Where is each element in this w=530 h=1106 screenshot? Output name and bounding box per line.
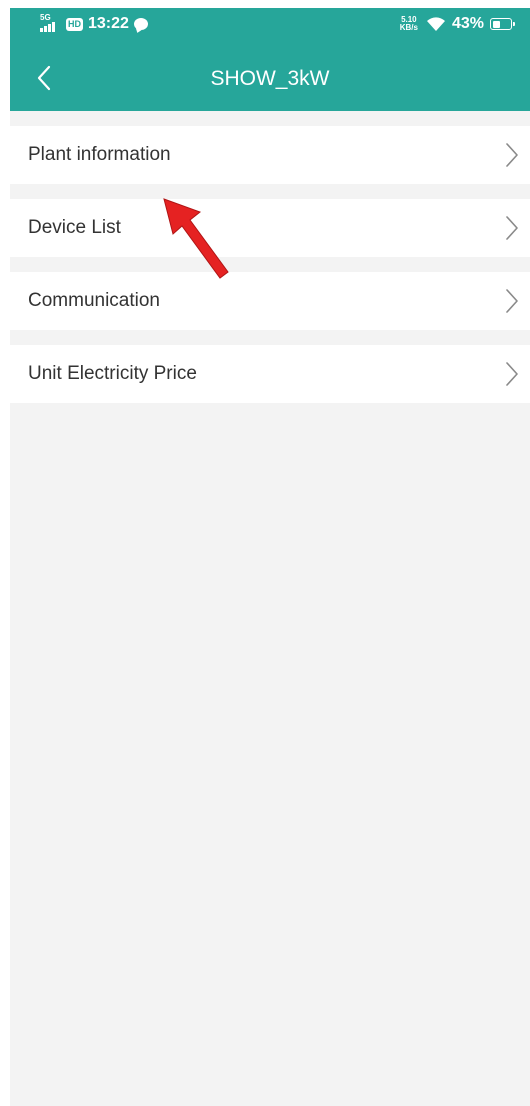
network-speed: 5.10 KB/s bbox=[400, 16, 418, 32]
navigation-bar: SHOW_3kW bbox=[10, 44, 530, 111]
network-type: 5G bbox=[40, 13, 51, 22]
chevron-right-icon bbox=[504, 287, 524, 315]
menu-item-label: Device List bbox=[28, 217, 121, 238]
status-time: 13:22 bbox=[88, 15, 129, 32]
chevron-right-icon bbox=[504, 141, 524, 169]
status-bar-left: 5G HD 13:22 bbox=[40, 13, 148, 33]
page-title: SHOW_3kW bbox=[210, 67, 330, 90]
menu-item-label: Plant information bbox=[28, 144, 171, 165]
chevron-right-icon bbox=[504, 360, 524, 388]
menu-item-communication[interactable]: Communication bbox=[10, 272, 530, 330]
menu-item-label: Communication bbox=[28, 290, 160, 311]
status-bar-right: 5.10 KB/s 43% bbox=[400, 15, 515, 33]
app-header: 5G HD 13:22 5.10 KB/s 43% SHOW_3kW bbox=[10, 8, 530, 111]
app-screen: 5G HD 13:22 5.10 KB/s 43% SHOW_3kW Plant… bbox=[10, 8, 530, 1106]
menu-item-unit-electricity-price[interactable]: Unit Electricity Price bbox=[10, 345, 530, 403]
battery-percent: 43% bbox=[451, 15, 484, 32]
menu-item-device-list[interactable]: Device List bbox=[10, 199, 530, 257]
battery-icon bbox=[490, 18, 515, 30]
cellular-signal-icon: 5G bbox=[40, 13, 62, 32]
menu-item-plant-information[interactable]: Plant information bbox=[10, 126, 530, 184]
network-speed-unit: KB/s bbox=[399, 23, 418, 32]
hd-badge: HD bbox=[66, 17, 83, 31]
wifi-icon bbox=[426, 17, 445, 31]
chevron-right-icon bbox=[504, 214, 524, 242]
settings-menu: Plant information Device List Communicat… bbox=[10, 126, 530, 403]
chat-notification-icon bbox=[133, 18, 148, 30]
menu-item-label: Unit Electricity Price bbox=[28, 363, 197, 384]
status-bar: 5G HD 13:22 5.10 KB/s 43% bbox=[10, 8, 530, 44]
